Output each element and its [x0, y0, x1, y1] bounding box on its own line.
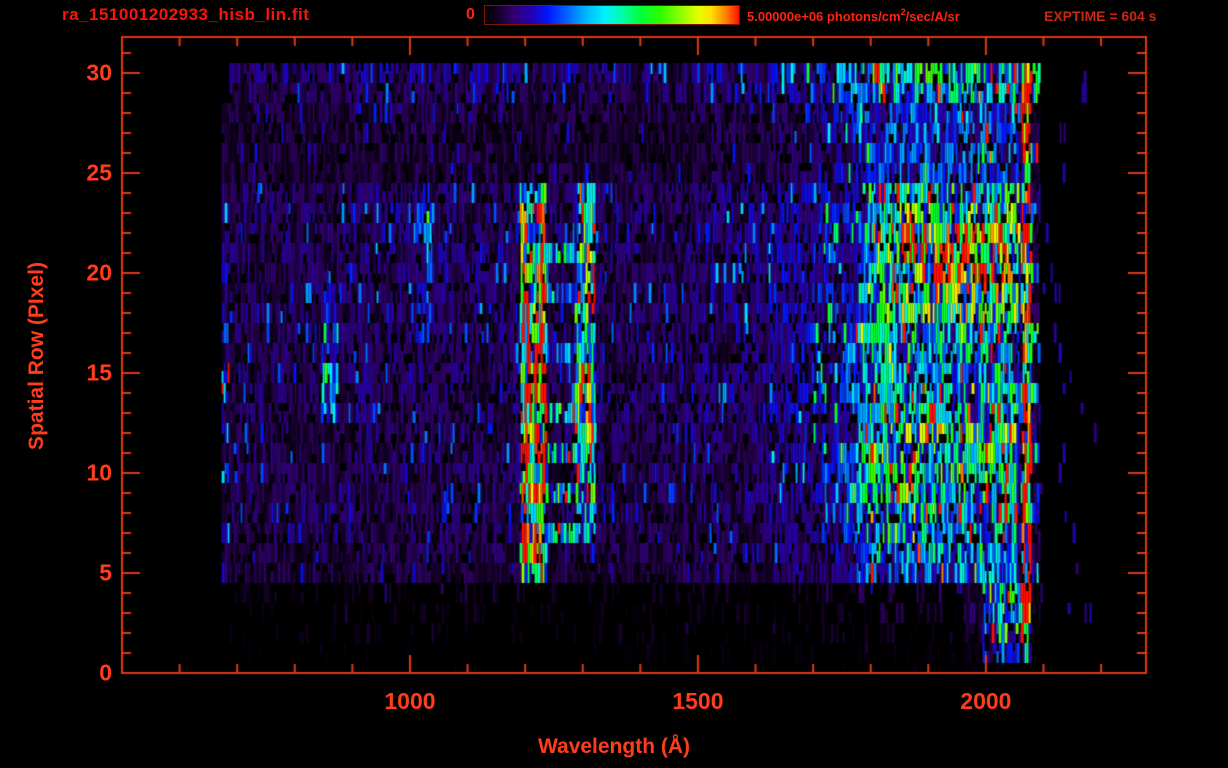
colorbar-max-suffix: /sec/A/sr: [905, 9, 960, 24]
exptime-label: EXPTIME = 604 s: [1044, 8, 1157, 24]
x-tick-label: 1500: [672, 688, 724, 714]
colorbar-max-prefix: 5.00000e+06 photons/cm: [747, 9, 901, 24]
y-axis-title: Spatial Row (PIxel): [25, 262, 48, 450]
y-tick-label: 30: [86, 59, 112, 86]
x-tick-label: 2000: [960, 688, 1012, 714]
x-tick-label: 1000: [384, 688, 436, 714]
colorbar: [484, 5, 740, 25]
spectrogram-canvas: [0, 0, 1228, 768]
colorbar-min-label: 0: [466, 6, 475, 23]
y-tick-label: 5: [99, 559, 112, 586]
file-title: ra_151001202933_hisb_lin.fit: [62, 5, 310, 24]
y-tick-label: 0: [99, 659, 112, 686]
x-axis-title: Wavelength (Å): [537, 735, 691, 758]
colorbar-max-label: 5.00000e+06 photons/cm2/sec/A/sr: [747, 7, 960, 24]
spectral-viewer-window: ra_151001202933_hisb_lin.fit 0 5.00000e+…: [0, 0, 1228, 768]
